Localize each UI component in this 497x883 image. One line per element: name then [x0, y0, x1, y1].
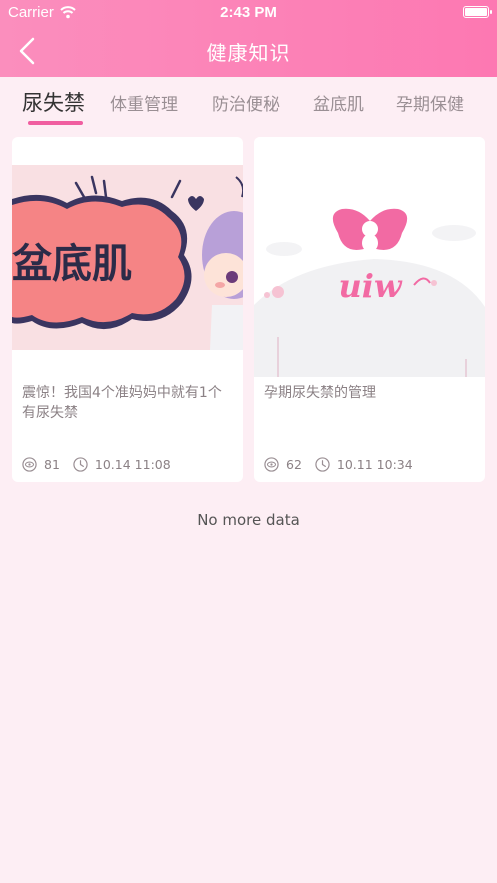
status-bar: Carrier 2:43 PM: [0, 0, 497, 26]
tab-constipation-prevention[interactable]: 防治便秘: [212, 90, 280, 115]
battery-icon: [463, 6, 492, 18]
list-end-message: No more data: [197, 511, 300, 529]
clock: 2:43 PM: [220, 4, 277, 21]
article-card[interactable]: 盆底肌 震惊！我国4个准妈妈中就有1个有尿失禁 81 10.14 11:08: [12, 137, 243, 482]
eye-icon: [264, 456, 279, 472]
article-title: 孕期尿失禁的管理: [264, 385, 376, 401]
tab-urinary-incontinence[interactable]: 尿失禁: [22, 87, 85, 117]
article-title: 震惊！我国4个准妈妈中就有1个有尿失禁: [22, 385, 222, 421]
tab-pregnancy-care[interactable]: 孕期保健: [396, 90, 464, 115]
article-thumbnail: 盆底肌: [12, 137, 243, 377]
article-thumbnail: uiw: [254, 137, 485, 377]
view-count: 62: [286, 456, 302, 472]
clock-icon: [315, 456, 330, 472]
nav-bar: Carrier 2:43 PM 健康知识: [0, 0, 497, 77]
clock-icon: [73, 456, 88, 472]
page-title: 健康知识: [206, 41, 291, 65]
active-tab-indicator: [28, 121, 83, 125]
thumbnail-text: uiw: [339, 267, 403, 305]
tab-pelvic-floor[interactable]: 盆底肌: [313, 90, 364, 115]
thumbnail-text: 盆底肌: [12, 241, 132, 287]
view-count: 81: [44, 456, 60, 472]
category-tabs: 尿失禁 体重管理 防治便秘 盆底肌 孕期保健: [0, 77, 497, 127]
publish-date: 10.14 11:08: [94, 456, 171, 472]
article-meta: 62 10.11 10:34: [264, 455, 413, 473]
article-card[interactable]: uiw 孕期尿失禁的管理 62 10.11 10:34: [254, 137, 485, 482]
tab-weight-management[interactable]: 体重管理: [110, 90, 178, 115]
publish-date: 10.11 10:34: [336, 456, 413, 472]
eye-icon: [22, 456, 37, 472]
article-meta: 81 10.14 11:08: [22, 455, 171, 473]
